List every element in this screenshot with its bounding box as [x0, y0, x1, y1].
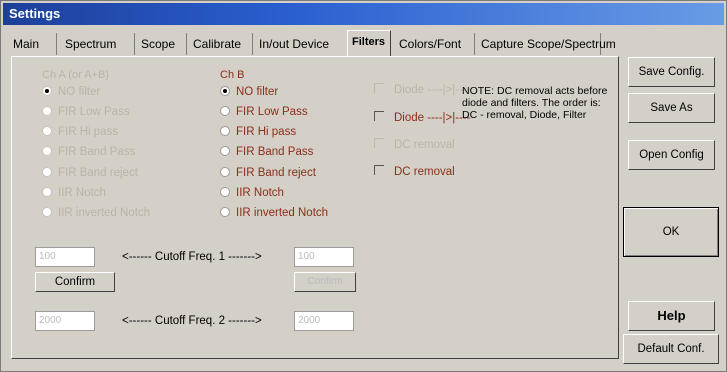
ch_a-option-6[interactable]: IIR inverted Notch — [42, 205, 150, 221]
default-conf-button[interactable]: Default Conf. — [623, 334, 719, 364]
tab-spectrum[interactable]: Spectrum — [61, 33, 135, 55]
ok-button[interactable]: OK — [623, 207, 719, 257]
option-label: FIR Band Pass — [236, 146, 314, 158]
option-label: FIR Low Pass — [58, 106, 130, 118]
window-title: Settings — [9, 6, 61, 21]
cutoff-freq-1-label: <------ Cutoff Freq. 1 -------> — [122, 251, 262, 263]
tab-scope[interactable]: Scope — [137, 33, 187, 55]
ch_a-option-1[interactable]: FIR Low Pass — [42, 104, 130, 120]
diode-check-a[interactable]: Diode ----|>|---- — [374, 82, 471, 98]
radio-button[interactable] — [220, 126, 230, 136]
cutoff1-ch-b-input[interactable]: 100 — [294, 247, 354, 267]
cutoff-freq-2-label: <------ Cutoff Freq. 2 -------> — [122, 315, 262, 327]
option-label: FIR Band reject — [236, 167, 316, 179]
dc-removal-check-a[interactable]: DC removal — [374, 137, 455, 153]
option-label: FIR Band Pass — [58, 146, 136, 158]
ch_b-option-4[interactable]: FIR Band reject — [220, 165, 316, 181]
option-label: NO filter — [236, 86, 279, 98]
dc-removal-note: NOTE: DC removal acts before diode and f… — [462, 85, 608, 121]
radio-button[interactable] — [42, 106, 52, 116]
confirm-button-ch-a[interactable]: Confirm — [35, 272, 115, 292]
title-bar: Settings — [3, 3, 724, 25]
save-config-button[interactable]: Save Config. — [628, 57, 715, 87]
radio-button[interactable] — [220, 106, 230, 116]
option-label: FIR Band reject — [58, 167, 138, 179]
ch_a-option-4[interactable]: FIR Band reject — [42, 165, 138, 181]
tab-colors-font[interactable]: Colors/Font — [395, 33, 475, 55]
confirm-button-ch-b[interactable]: Confirm — [294, 272, 356, 292]
help-button[interactable]: Help — [628, 301, 715, 331]
ch_b-option-0[interactable]: NO filter — [220, 84, 278, 100]
option-label: FIR Low Pass — [236, 106, 308, 118]
settings-window: Settings Main Spectrum Scope Calibrate I… — [0, 0, 727, 372]
tab-main[interactable]: Main — [9, 33, 57, 55]
dc-removal-check-b[interactable]: DC removal — [374, 164, 455, 180]
ch_b-option-6[interactable]: IIR inverted Notch — [220, 205, 328, 221]
ch_a-option-0[interactable]: NO filter — [42, 84, 100, 100]
ch_b-option-1[interactable]: FIR Low Pass — [220, 104, 308, 120]
radio-button[interactable] — [42, 187, 52, 197]
ch-a-label: Ch A (or A+B) — [42, 69, 109, 81]
option-label: NO filter — [58, 86, 101, 98]
radio-button[interactable] — [220, 207, 230, 217]
option-label: FIR Hi pass — [236, 126, 297, 138]
radio-button[interactable] — [220, 187, 230, 197]
option-label: IIR inverted Notch — [236, 207, 329, 219]
save-as-button[interactable]: Save As — [628, 93, 715, 123]
radio-button[interactable] — [220, 167, 230, 177]
cutoff1-ch-a-input[interactable]: 100 — [35, 247, 95, 267]
option-label: IIR inverted Notch — [58, 207, 151, 219]
radio-button[interactable] — [42, 146, 52, 156]
tab-inout-device[interactable]: In/out Device — [255, 33, 345, 55]
ch-b-label: Ch B — [220, 69, 245, 81]
radio-button[interactable] — [42, 126, 52, 136]
option-label: IIR Notch — [236, 187, 284, 199]
radio-button[interactable] — [220, 146, 230, 156]
tab-capture[interactable]: Capture Scope/Spectrum — [477, 33, 616, 55]
ch_b-option-2[interactable]: FIR Hi pass — [220, 124, 296, 140]
radio-button[interactable] — [220, 86, 230, 96]
filters-panel: Ch A (or A+B) NO filter FIR Low Pass FIR H… — [11, 56, 619, 359]
ch_a-option-5[interactable]: IIR Notch — [42, 185, 106, 201]
cutoff2-ch-b-input[interactable]: 2000 — [294, 311, 354, 331]
ch_b-option-3[interactable]: FIR Band Pass — [220, 144, 313, 160]
radio-button[interactable] — [42, 167, 52, 177]
option-label: IIR Notch — [58, 187, 106, 199]
option-label: FIR Hi pass — [58, 126, 119, 138]
radio-button[interactable] — [42, 86, 52, 96]
cutoff2-ch-a-input[interactable]: 2000 — [35, 311, 95, 331]
tab-filters[interactable]: Filters — [347, 30, 391, 56]
ch_a-option-3[interactable]: FIR Band Pass — [42, 144, 135, 160]
diode-check-b[interactable]: Diode ----|>|---- — [374, 110, 471, 126]
radio-button[interactable] — [42, 207, 52, 217]
tab-calibrate[interactable]: Calibrate — [189, 33, 253, 55]
open-config-button[interactable]: Open Config — [628, 140, 715, 170]
ch_a-option-2[interactable]: FIR Hi pass — [42, 124, 118, 140]
ch_b-option-5[interactable]: IIR Notch — [220, 185, 284, 201]
